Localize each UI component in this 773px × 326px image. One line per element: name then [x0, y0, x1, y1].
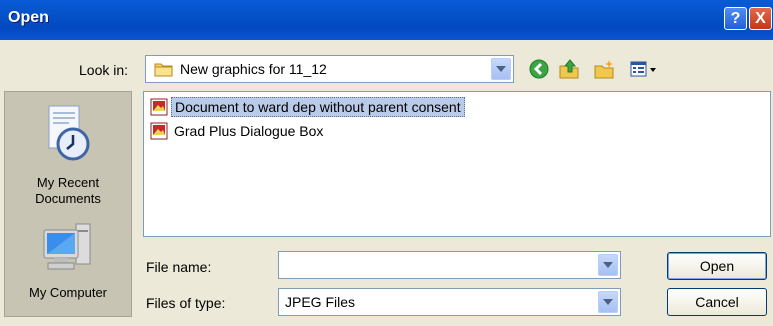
jpeg-image-icon: [150, 98, 168, 116]
jpeg-image-icon: [150, 122, 168, 140]
new-folder-button[interactable]: [593, 58, 615, 80]
look-in-value: New graphics for 11_12: [180, 61, 327, 77]
place-my-computer[interactable]: My Computer: [5, 220, 131, 301]
files-of-type-dropdown-button[interactable]: [598, 291, 618, 313]
places-bar: My Recent Documents My Computer: [4, 91, 132, 317]
file-name-label: File name:: [146, 259, 212, 275]
help-icon: ?: [730, 9, 741, 27]
file-name: Grad Plus Dialogue Box: [174, 123, 324, 139]
views-menu-button[interactable]: [628, 58, 668, 80]
files-of-type-value: JPEG Files: [285, 294, 356, 310]
place-label: My Recent Documents: [35, 175, 101, 206]
folder-icon: [154, 61, 174, 80]
up-one-level-button[interactable]: [558, 58, 580, 80]
back-icon: [529, 59, 549, 79]
cancel-button[interactable]: Cancel: [667, 288, 767, 316]
up-folder-icon: [559, 59, 579, 79]
window-title: Open: [8, 9, 49, 26]
chevron-down-icon: [496, 66, 506, 72]
help-button[interactable]: ?: [724, 7, 747, 30]
file-list[interactable]: Document to ward dep without parent cons…: [143, 91, 771, 237]
files-of-type-label: Files of type:: [146, 295, 226, 311]
back-button[interactable]: [528, 58, 550, 80]
file-item[interactable]: Grad Plus Dialogue Box: [150, 121, 326, 141]
open-button[interactable]: Open: [667, 252, 767, 280]
look-in-label: Look in:: [79, 62, 129, 78]
file-item[interactable]: Document to ward dep without parent cons…: [150, 97, 465, 117]
close-icon: X: [755, 9, 766, 27]
recent-documents-icon: [48, 105, 90, 161]
chevron-down-icon: [603, 262, 613, 268]
title-bar[interactable]: Open ? X: [0, 0, 773, 40]
place-label: My Computer: [28, 285, 108, 300]
open-dialog: Open ? X Look in: New graphics for 11_12: [0, 0, 773, 326]
close-button[interactable]: X: [749, 7, 772, 30]
look-in-dropdown[interactable]: New graphics for 11_12: [145, 55, 514, 83]
file-name-input[interactable]: [278, 251, 621, 279]
files-of-type-dropdown[interactable]: JPEG Files: [278, 288, 621, 316]
new-folder-icon: [594, 60, 614, 79]
views-menu-icon: [630, 61, 656, 77]
look-in-dropdown-button[interactable]: [491, 58, 511, 80]
my-computer-icon: [43, 223, 91, 270]
place-my-recent-documents[interactable]: My Recent Documents: [5, 102, 131, 207]
file-name-dropdown-button[interactable]: [598, 254, 618, 276]
chevron-down-icon: [603, 299, 613, 305]
file-name: Document to ward dep without parent cons…: [171, 97, 465, 117]
